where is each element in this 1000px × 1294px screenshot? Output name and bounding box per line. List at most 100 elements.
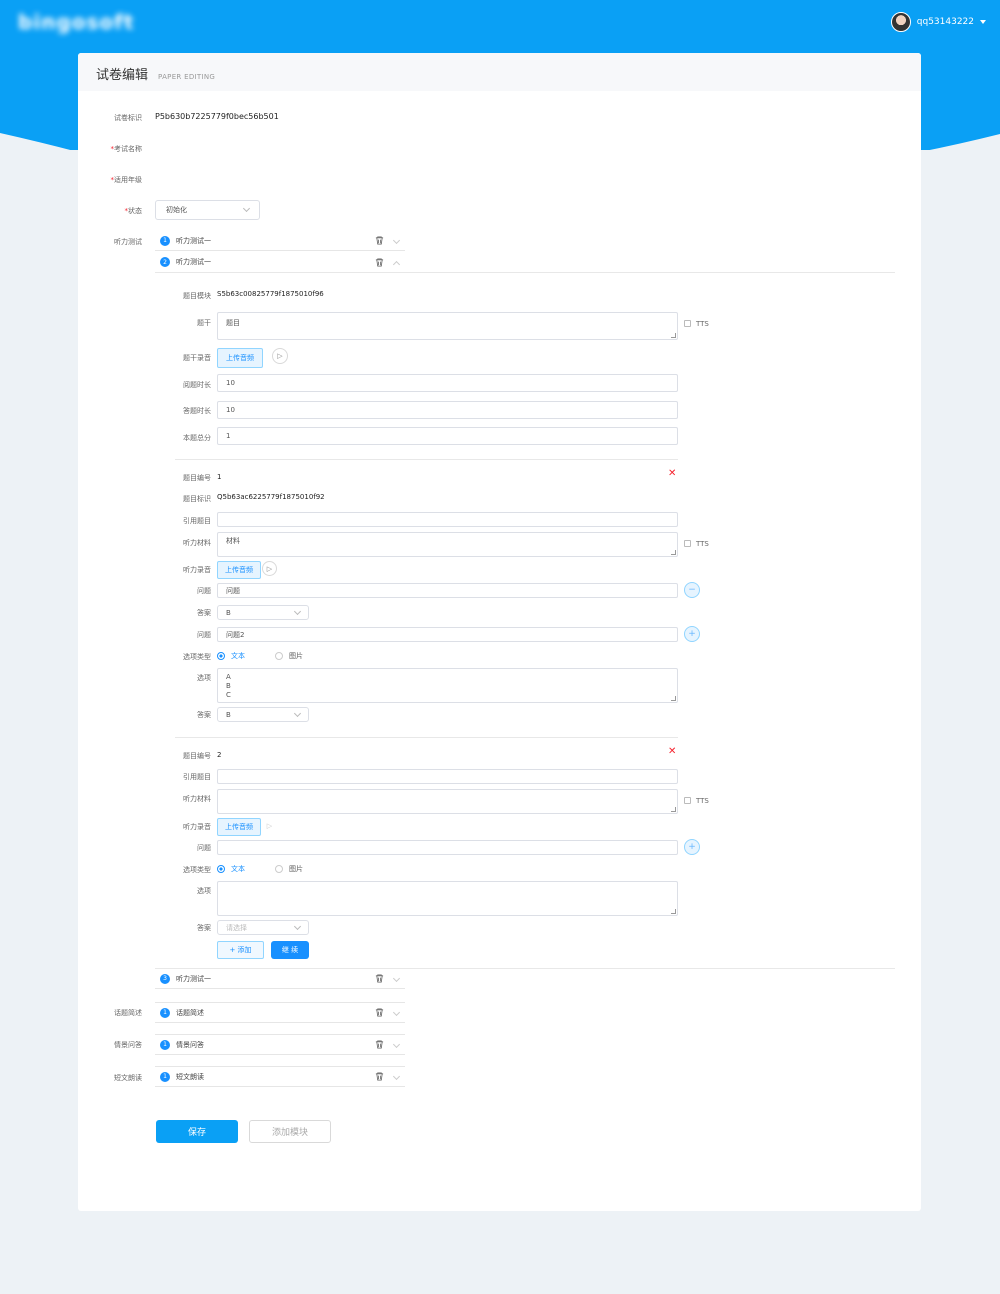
item-number: 1 — [160, 1039, 170, 1050]
read-time-input[interactable]: 10 — [217, 374, 678, 392]
stem-textarea[interactable]: 题目 — [217, 312, 678, 340]
q1-question-input-1[interactable]: 问题 — [217, 583, 678, 598]
radio-image-label[interactable]: 图片 — [289, 864, 303, 874]
q1-option-type-label: 选项类型 — [183, 653, 211, 661]
item-number: 2 — [160, 257, 170, 267]
radio-text[interactable] — [217, 865, 225, 873]
continue-button[interactable]: 继 续 — [271, 941, 309, 959]
q2-answer-select[interactable]: 请选择 — [217, 920, 309, 935]
upload-audio-button[interactable]: 上传音频 — [217, 348, 263, 368]
card-header: 试卷编辑 PAPER EDITING — [78, 53, 921, 91]
plus-icon[interactable]: + — [684, 839, 700, 855]
paper-edit-card: 试卷编辑 PAPER EDITING 试卷标识 P5b630b7225779f0… — [78, 53, 921, 1211]
tts-checkbox[interactable] — [684, 320, 691, 327]
q1-question-label-2: 问题 — [197, 631, 211, 639]
avatar[interactable] — [890, 12, 911, 32]
chevron-down-icon[interactable] — [392, 1040, 401, 1049]
radio-image-label[interactable]: 图片 — [289, 651, 303, 661]
item-number: 1 — [160, 1071, 170, 1082]
radio-text[interactable] — [217, 652, 225, 660]
scene-collapse[interactable]: 1 情景问答 — [155, 1034, 405, 1055]
username[interactable]: qq53143222 — [917, 17, 974, 27]
trash-icon[interactable] — [375, 1072, 384, 1081]
q1-no-label: 题目编号 — [183, 474, 211, 482]
minus-icon[interactable]: − — [684, 582, 700, 598]
close-icon[interactable]: ✕ — [668, 468, 676, 479]
save-button[interactable]: 保存 — [156, 1120, 238, 1143]
trash-icon[interactable] — [375, 1008, 384, 1017]
tts-checkbox[interactable] — [684, 797, 691, 804]
topic-collapse[interactable]: 1 话题简述 — [155, 1002, 405, 1023]
grade-label: 适用年级 — [78, 175, 142, 185]
q1-answer-select-1[interactable]: B — [217, 605, 309, 620]
q2-no-value: 2 — [217, 751, 222, 759]
upload-audio-button[interactable]: 上传音频 — [217, 818, 261, 836]
q2-ref-input[interactable] — [217, 769, 678, 784]
q2-options-textarea[interactable] — [217, 881, 678, 916]
resize-handle[interactable] — [671, 909, 676, 914]
q1-options-textarea[interactable]: A B C — [217, 668, 678, 703]
collapse-header[interactable]: 1 话题简述 — [155, 1003, 405, 1023]
q1-material-textarea[interactable]: 材料 — [217, 532, 678, 557]
logo: bingosoft — [18, 10, 135, 34]
trash-icon[interactable] — [375, 257, 384, 267]
chevron-down-icon[interactable] — [392, 236, 401, 245]
resize-handle[interactable] — [671, 550, 676, 555]
chevron-down-icon — [293, 922, 302, 930]
collapse-header[interactable]: 2 听力测试一 — [155, 252, 405, 272]
close-icon[interactable]: ✕ — [668, 746, 676, 757]
q2-question-input[interactable] — [217, 840, 678, 855]
listening-collapse-2[interactable]: 2 听力测试一 — [155, 252, 895, 273]
chevron-up-icon[interactable] — [392, 260, 401, 268]
tts-checkbox[interactable] — [684, 540, 691, 547]
radio-text-label[interactable]: 文本 — [231, 651, 245, 661]
trash-icon[interactable] — [375, 236, 384, 245]
radio-image[interactable] — [275, 652, 283, 660]
paper-id-value: P5b630b7225779f0bec56b501 — [155, 112, 279, 121]
user-menu[interactable]: qq53143222 — [890, 12, 986, 32]
add-module-button[interactable]: 添加模块 — [249, 1120, 331, 1143]
plus-icon[interactable]: + — [684, 626, 700, 642]
stem-audio-label: 题干录音 — [183, 354, 211, 362]
answer-time-input[interactable]: 10 — [217, 401, 678, 419]
collapse-header[interactable]: 1 短文朗读 — [155, 1067, 405, 1087]
item-title: 听力测试一 — [176, 258, 211, 266]
add-question-button[interactable]: + 添加 — [217, 941, 264, 959]
q1-material-value: 材料 — [226, 537, 240, 545]
status-select[interactable]: 初始化 — [155, 200, 260, 220]
tts-label: TTS — [696, 320, 709, 328]
collapse-header[interactable]: 3 听力测试一 — [155, 969, 405, 989]
play-icon[interactable]: ▷ — [262, 561, 277, 576]
q1-question-input-2[interactable]: 问题2 — [217, 627, 678, 642]
listening-collapse-1[interactable]: 1 听力测试一 — [155, 231, 405, 251]
q1-ref-input[interactable] — [217, 512, 678, 527]
resize-handle[interactable] — [671, 696, 676, 701]
trash-icon[interactable] — [375, 1040, 384, 1049]
q1-ref-label: 引用题目 — [183, 517, 211, 525]
q1-answer-select-2[interactable]: B — [217, 707, 309, 722]
trash-icon[interactable] — [375, 974, 384, 983]
listening-collapse-3[interactable]: 3 听力测试一 — [155, 969, 405, 989]
collapse-header[interactable]: 1 听力测试一 — [155, 231, 405, 251]
page-subtitle: PAPER EDITING — [158, 73, 216, 81]
collapse-header[interactable]: 1 情景问答 — [155, 1035, 405, 1055]
q1-option-type-group: 文本 图片 — [217, 651, 303, 661]
score-label: 本题总分 — [183, 434, 211, 442]
play-icon[interactable]: ▷ — [272, 348, 288, 364]
reading-collapse[interactable]: 1 短文朗读 — [155, 1066, 405, 1087]
play-icon[interactable]: ▷ — [262, 818, 277, 833]
score-input[interactable]: 1 — [217, 427, 678, 445]
option-line: C — [226, 691, 231, 699]
resize-handle[interactable] — [671, 333, 676, 338]
resize-handle[interactable] — [671, 807, 676, 812]
chevron-down-icon[interactable] — [392, 974, 401, 983]
upload-audio-button[interactable]: 上传音频 — [217, 561, 261, 579]
radio-image[interactable] — [275, 865, 283, 873]
chevron-down-icon[interactable] — [392, 1072, 401, 1081]
q2-material-textarea[interactable] — [217, 789, 678, 814]
scene-label: 情景问答 — [114, 1041, 142, 1049]
q1-id-value: Q5b63ac6225779f1875010f92 — [217, 493, 325, 501]
chevron-down-icon[interactable] — [392, 1008, 401, 1017]
radio-text-label[interactable]: 文本 — [231, 864, 245, 874]
caret-down-icon[interactable] — [980, 20, 986, 24]
